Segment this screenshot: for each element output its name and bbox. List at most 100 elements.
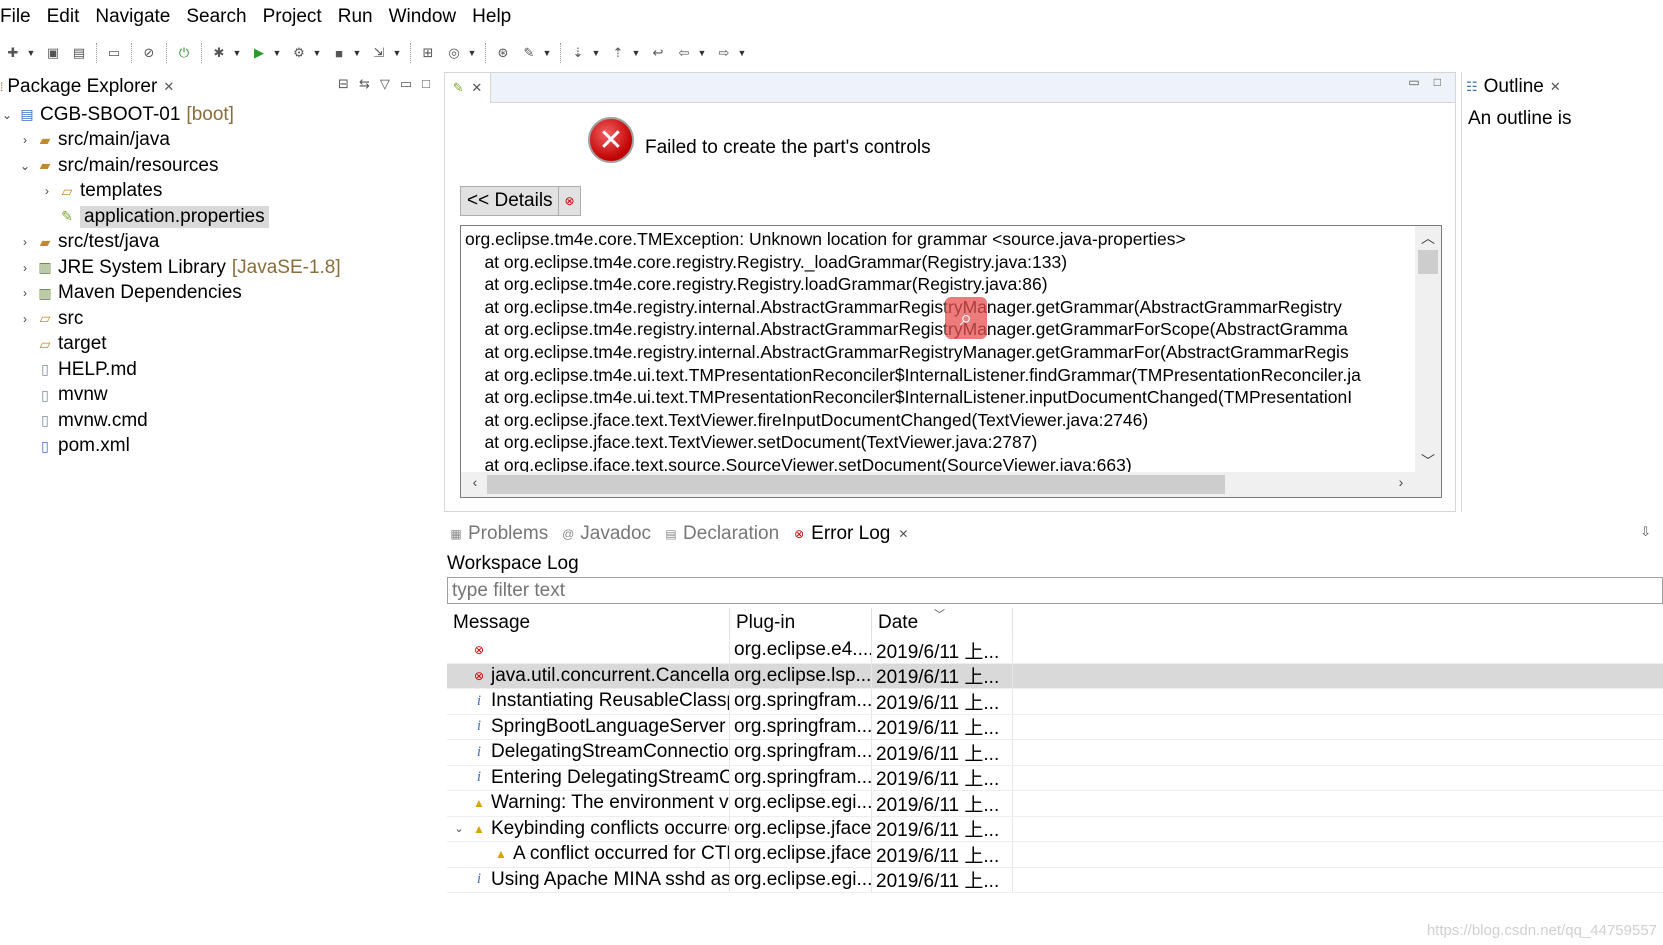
expand-icon[interactable]: › [18,133,32,147]
new-icon[interactable]: ✚ [3,43,23,63]
spring-boot-icon[interactable]: ⏻ [174,43,194,63]
search-dropdown[interactable]: ▼ [542,43,552,63]
next-annotation-icon[interactable]: ⇣ [568,43,588,63]
collapse-icon[interactable]: ⌄ [451,822,467,835]
close-icon[interactable]: ✕ [1550,79,1561,95]
column-header-message[interactable]: Message [447,608,730,638]
table-row[interactable]: i Instantiating ReusableClasspa org.spring… [447,689,1663,715]
external-tools-dropdown[interactable]: ▼ [312,43,322,63]
menu-project[interactable]: Project [255,0,330,34]
new-dropdown[interactable]: ▼ [26,43,36,63]
back-dropdown[interactable]: ▼ [697,43,707,63]
tree-item[interactable]: › ▱ templates [0,179,440,205]
table-row[interactable]: ⊗ org.eclipse.e4.... 2019/6/11 上... [447,638,1663,664]
table-row[interactable]: ⌄ ▲ Keybinding conflicts occurrec org.eclip… [447,816,1663,842]
previous-annotation-dropdown[interactable]: ▼ [631,43,641,63]
package-explorer-title[interactable]: Package Explorer [7,76,157,98]
tree-item[interactable]: ▱ target [0,332,440,358]
debug-dropdown[interactable]: ▼ [232,43,242,63]
maximize-icon[interactable]: □ [1434,75,1441,89]
table-row[interactable]: ▲ A conflict occurred for CTR org.eclipse.… [447,842,1663,868]
tree-item[interactable]: › ▰ src/main/java [0,128,440,154]
forward-dropdown[interactable]: ▼ [737,43,747,63]
debug-icon[interactable]: ✱ [209,43,229,63]
tab-error-log[interactable]: ⊗ Error Log ✕ [791,523,909,545]
link-with-editor-icon[interactable]: ⇆ [359,76,370,92]
close-icon[interactable]: ✕ [163,79,174,95]
vertical-scrollbar[interactable]: ︿ ﹀ [1415,226,1441,473]
new-package-icon[interactable]: ⊞ [418,43,438,63]
terminal-icon[interactable]: ▭ [104,43,124,63]
expand-icon[interactable]: › [18,312,32,326]
view-menu-icon[interactable]: ▽ [380,76,390,92]
details-button[interactable]: << Details [460,186,560,216]
last-edit-location-icon[interactable]: ↩ [648,43,668,63]
menu-search[interactable]: Search [178,0,254,34]
tree-item[interactable]: ⌄ ▰ src/main/resources [0,153,440,179]
column-header-date[interactable]: Date ﹀ [872,608,1013,638]
vertical-scroll-thumb[interactable] [1418,250,1438,274]
tree-item[interactable]: › ▱ src [0,306,440,332]
tree-item[interactable]: ✎ application.properties [0,204,440,230]
table-row[interactable]: i DelegatingStreamConnectior org.springfra… [447,740,1663,766]
copy-error-icon[interactable]: ⊗ [558,186,581,216]
stack-trace-box[interactable]: org.eclipse.tm4e.core.TMException: Unkno… [460,225,1442,498]
tree-item[interactable]: ⌄ ▤ CGB-SBOOT-01 [boot] [0,102,440,128]
horizontal-scroll-thumb[interactable] [487,475,1225,494]
expand-icon[interactable]: › [18,261,32,275]
skip-breakpoints-icon[interactable]: ⊘ [139,43,159,63]
collapse-all-icon[interactable]: ⊟ [338,76,349,92]
tree-item[interactable]: › ▰ src/test/java [0,230,440,256]
stop-dropdown[interactable]: ▼ [352,43,362,63]
tree-item[interactable]: ▯ pom.xml [0,434,440,460]
horizontal-scrollbar[interactable]: ‹ › [461,472,1441,497]
forward-icon[interactable]: ⇨ [714,43,734,63]
back-icon[interactable]: ⇦ [674,43,694,63]
run-icon[interactable]: ▶ [249,43,269,63]
previous-annotation-icon[interactable]: ⇡ [608,43,628,63]
tree-item[interactable]: ▯ HELP.md [0,357,440,383]
tree-item[interactable]: › ▥ Maven Dependencies [0,281,440,307]
tab-problems[interactable]: ▦ Problems [448,523,548,545]
tree-item[interactable]: ▯ mvnw.cmd [0,408,440,434]
stop-icon[interactable]: ■ [329,43,349,63]
tab-declaration[interactable]: ▤ Declaration [663,523,779,545]
tree-item[interactable]: ▯ mvnw [0,383,440,409]
magnifier-icon[interactable]: ⌕ [945,297,987,339]
deploy-icon[interactable]: ⇲ [369,43,389,63]
new-class-icon[interactable]: ◎ [444,43,464,63]
outline-title[interactable]: Outline [1484,76,1544,98]
scroll-up-icon[interactable]: ︿ [1415,228,1441,248]
menu-navigate[interactable]: Navigate [87,0,178,34]
save-icon[interactable]: ▣ [43,43,63,63]
export-log-icon[interactable]: ⇩ [1640,524,1651,540]
editor-tab-application-properties[interactable]: ✎ ✕ [445,73,491,103]
scroll-left-icon[interactable]: ‹ [465,474,485,490]
expand-icon[interactable]: › [18,286,32,300]
table-row[interactable]: i SpringBootLanguageServer e org.springfra… [447,714,1663,740]
close-icon[interactable]: ✕ [898,527,908,541]
tree-item[interactable]: › ▥ JRE System Library [JavaSE-1.8] [0,255,440,281]
menu-run[interactable]: Run [330,0,381,34]
filter-input[interactable] [447,577,1663,604]
next-annotation-dropdown[interactable]: ▼ [591,43,601,63]
save-all-icon[interactable]: ▤ [69,43,89,63]
run-dropdown[interactable]: ▼ [272,43,282,63]
collapse-icon[interactable]: ⌄ [0,108,14,122]
menu-file[interactable]: File [0,0,39,34]
menu-edit[interactable]: Edit [39,0,88,34]
column-header-plugin[interactable]: Plug-in [730,608,872,638]
minimize-icon[interactable]: ▭ [1408,75,1419,89]
external-tools-icon[interactable]: ⚙ [289,43,309,63]
tab-javadoc[interactable]: @ Javadoc [560,523,651,545]
table-row[interactable]: i Using Apache MINA sshd as s org.eclipse.… [447,867,1663,893]
minimize-icon[interactable]: ▭ [400,76,412,92]
close-icon[interactable]: ✕ [471,80,482,96]
maximize-icon[interactable]: □ [422,76,430,92]
new-class-dropdown[interactable]: ▼ [467,43,477,63]
expand-icon[interactable]: › [40,184,54,198]
scroll-down-icon[interactable]: ﹀ [1415,451,1441,471]
table-row[interactable]: ▲ Warning: The environment va org.eclipse.… [447,791,1663,817]
table-row[interactable]: ⊗ java.util.concurrent.Cancellati org.ecli… [447,663,1663,689]
open-type-icon[interactable]: ⊛ [493,43,513,63]
